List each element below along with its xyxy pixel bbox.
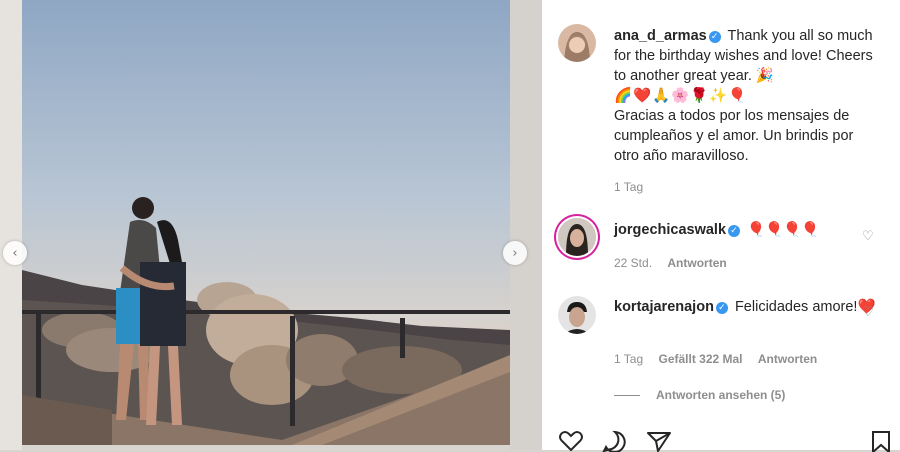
avatar[interactable] (558, 218, 596, 256)
view-replies-button[interactable]: Antworten ansehen (5) (614, 388, 785, 402)
bookmark-icon[interactable] (868, 430, 894, 452)
comment-username[interactable]: jorgechicaswalk (614, 222, 726, 238)
post-action-bar (558, 430, 898, 452)
chevron-right-icon[interactable]: › (503, 241, 527, 265)
verified-badge-icon: ✓ (708, 31, 721, 43)
avatar[interactable] (558, 296, 596, 334)
post-time[interactable]: 1 Tag (614, 180, 643, 194)
avatar[interactable] (558, 24, 596, 62)
comment-likes[interactable]: Gefällt 322 Mal (658, 352, 742, 366)
comment-text: Felicidades amore!❤️ (734, 299, 876, 315)
post-caption: ana_d_armas ✓ Thank you all so much for t… (614, 26, 876, 166)
comment-like-heart-icon[interactable]: ♡ (862, 306, 876, 320)
backdrop-left (0, 0, 22, 450)
caption-emojis: 🌈❤️🙏🌸🌹✨🎈 (614, 88, 748, 104)
comment-like-heart-icon[interactable]: ♡ (862, 230, 876, 244)
comment-meta: 1 Tag Gefällt 322 Mal Antworten (614, 352, 829, 366)
heart-icon[interactable] (558, 430, 584, 452)
post-detail-panel: ana_d_armas ✓ Thank you all so much for t… (542, 0, 900, 450)
comment-time[interactable]: 22 Std. (614, 256, 652, 270)
caption-spanish: Gracias a todos por los mensajes de cump… (614, 108, 854, 164)
replies-divider (614, 395, 640, 397)
comment-meta: 22 Std. Antworten (614, 256, 739, 270)
reply-button[interactable]: Antworten (667, 256, 726, 270)
post-photo[interactable] (22, 0, 510, 445)
verified-badge-icon: ✓ (715, 302, 728, 314)
view-replies-label: Antworten ansehen (5) (656, 388, 786, 402)
comment-time[interactable]: 1 Tag (614, 352, 643, 366)
couple-sunset-photo (22, 0, 510, 445)
comment-bubble-icon[interactable] (602, 430, 628, 452)
comment-text: 🎈🎈🎈🎈 (747, 222, 820, 238)
reply-button[interactable]: Antworten (758, 352, 817, 366)
chevron-left-icon[interactable]: ‹ (3, 241, 27, 265)
comment: jorgechicaswalk ✓ 🎈🎈🎈🎈 (614, 220, 876, 240)
paper-plane-icon[interactable] (646, 430, 672, 452)
comment: kortajarenajon ✓ Felicidades amore!❤️ (614, 297, 876, 317)
verified-badge-icon: ✓ (728, 225, 741, 237)
post-username[interactable]: ana_d_armas (614, 28, 707, 44)
comment-username[interactable]: kortajarenajon (614, 299, 714, 315)
post-meta: 1 Tag (614, 180, 655, 194)
backdrop-right (510, 0, 542, 450)
